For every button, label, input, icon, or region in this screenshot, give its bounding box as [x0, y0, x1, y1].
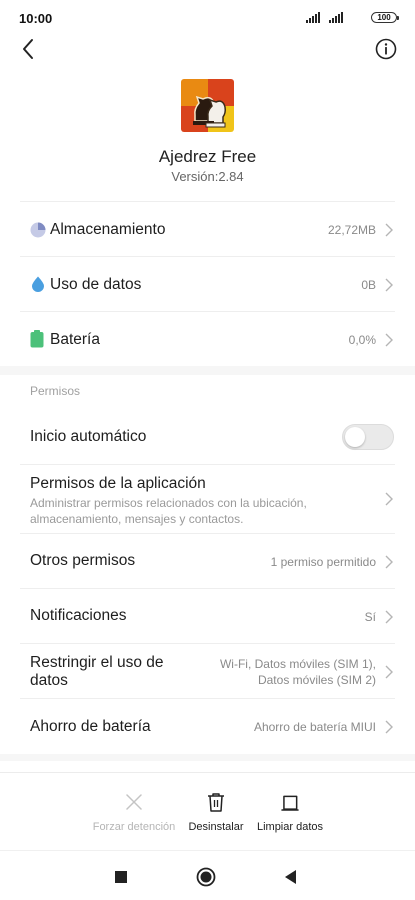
section-gap: [0, 754, 415, 761]
chevron-right-icon: [385, 610, 393, 624]
signal-sim2-icon: [329, 12, 345, 23]
data-usage-value: 0B: [361, 278, 376, 292]
chevron-right-icon: [385, 720, 393, 734]
back-arrow-icon: [23, 39, 33, 59]
app-version: Versión:2.84: [171, 169, 244, 184]
back-button[interactable]: [16, 36, 42, 62]
clear-data-button[interactable]: Limpiar datos: [252, 791, 328, 833]
battery-icon: [30, 330, 44, 348]
app-permissions-title: Permisos de la aplicación: [30, 475, 206, 492]
app-name: Ajedrez Free: [158, 147, 257, 166]
notifications-title: Notificaciones: [30, 607, 127, 624]
battery-saver-row[interactable]: Ahorro de batería Ahorro de batería MIUI: [0, 699, 415, 754]
info-icon: [375, 38, 397, 60]
autostart-title: Inicio automático: [30, 428, 147, 445]
permissions-section-label: Permisos: [30, 384, 81, 398]
eraser-icon: [281, 795, 299, 811]
restrict-data-title-line1: Restringir el uso de: [30, 654, 164, 671]
home-circle-icon[interactable]: [196, 867, 216, 887]
app-permissions-subtitle-line2: almacenamiento, mensajes y contactos.: [30, 512, 244, 526]
bottom-action-bar: Forzar detención Desinstalar Limpiar dat…: [0, 772, 415, 850]
back-triangle-icon[interactable]: [281, 867, 301, 887]
storage-pie-icon: [30, 222, 46, 238]
data-usage-title: Uso de datos: [50, 276, 142, 293]
chevron-right-icon: [385, 665, 393, 679]
battery-value: 0,0%: [348, 333, 376, 347]
battery-row[interactable]: Batería 0,0%: [0, 312, 415, 366]
chevron-right-icon: [385, 555, 393, 569]
chevron-right-icon: [385, 492, 393, 506]
status-time: 10:00: [19, 11, 53, 26]
force-stop-label: Forzar detención: [92, 821, 176, 833]
notifications-row[interactable]: Notificaciones Sí: [0, 589, 415, 644]
chess-knight-icon: [181, 79, 234, 132]
other-permissions-title: Otros permisos: [30, 552, 136, 569]
data-drop-icon: [32, 276, 44, 292]
recents-square-icon[interactable]: [111, 867, 131, 887]
chevron-right-icon: [385, 278, 393, 292]
other-permissions-value: 1 permiso permitido: [270, 555, 376, 569]
toggle-knob: [345, 427, 365, 447]
autostart-toggle[interactable]: [342, 424, 394, 450]
other-permissions-row[interactable]: Otros permisos 1 permiso permitido: [0, 534, 415, 589]
app-permissions-row[interactable]: Permisos de la aplicación Administrar pe…: [0, 465, 415, 533]
chevron-right-icon: [385, 223, 393, 237]
app-icon: [181, 79, 234, 132]
section-gap: [0, 366, 415, 375]
storage-row[interactable]: Almacenamiento 22,72MB: [0, 202, 415, 257]
chevron-right-icon: [385, 333, 393, 347]
restrict-data-value-line1: Wi-Fi, Datos móviles (SIM 1),: [219, 657, 376, 671]
battery-saver-title: Ahorro de batería: [30, 718, 151, 735]
clear-data-label: Limpiar datos: [256, 821, 324, 833]
force-stop-button[interactable]: Forzar detención: [86, 791, 182, 833]
battery-title: Batería: [50, 331, 100, 348]
restrict-data-row[interactable]: Restringir el uso de datos Wi-Fi, Datos …: [0, 644, 415, 699]
close-icon: [126, 794, 142, 810]
battery-saver-value: Ahorro de batería MIUI: [253, 720, 376, 734]
storage-title: Almacenamiento: [50, 221, 166, 238]
data-usage-row[interactable]: Uso de datos 0B: [0, 257, 415, 312]
uninstall-label: Desinstalar: [188, 821, 244, 833]
app-info-button[interactable]: [374, 37, 398, 61]
notifications-value: Sí: [364, 610, 376, 624]
system-nav-bar: [0, 850, 415, 900]
battery-status-icon: 100: [371, 12, 399, 23]
status-bar: 10:00 100: [0, 0, 415, 36]
trash-icon: [208, 793, 224, 812]
uninstall-button[interactable]: Desinstalar: [183, 791, 249, 833]
app-permissions-subtitle-line1: Administrar permisos relacionados con la…: [30, 496, 307, 510]
restrict-data-title-line2: datos: [30, 672, 68, 689]
signal-sim1-icon: [306, 12, 322, 23]
storage-value: 22,72MB: [327, 223, 376, 237]
restrict-data-value-line2: Datos móviles (SIM 2): [257, 673, 376, 687]
